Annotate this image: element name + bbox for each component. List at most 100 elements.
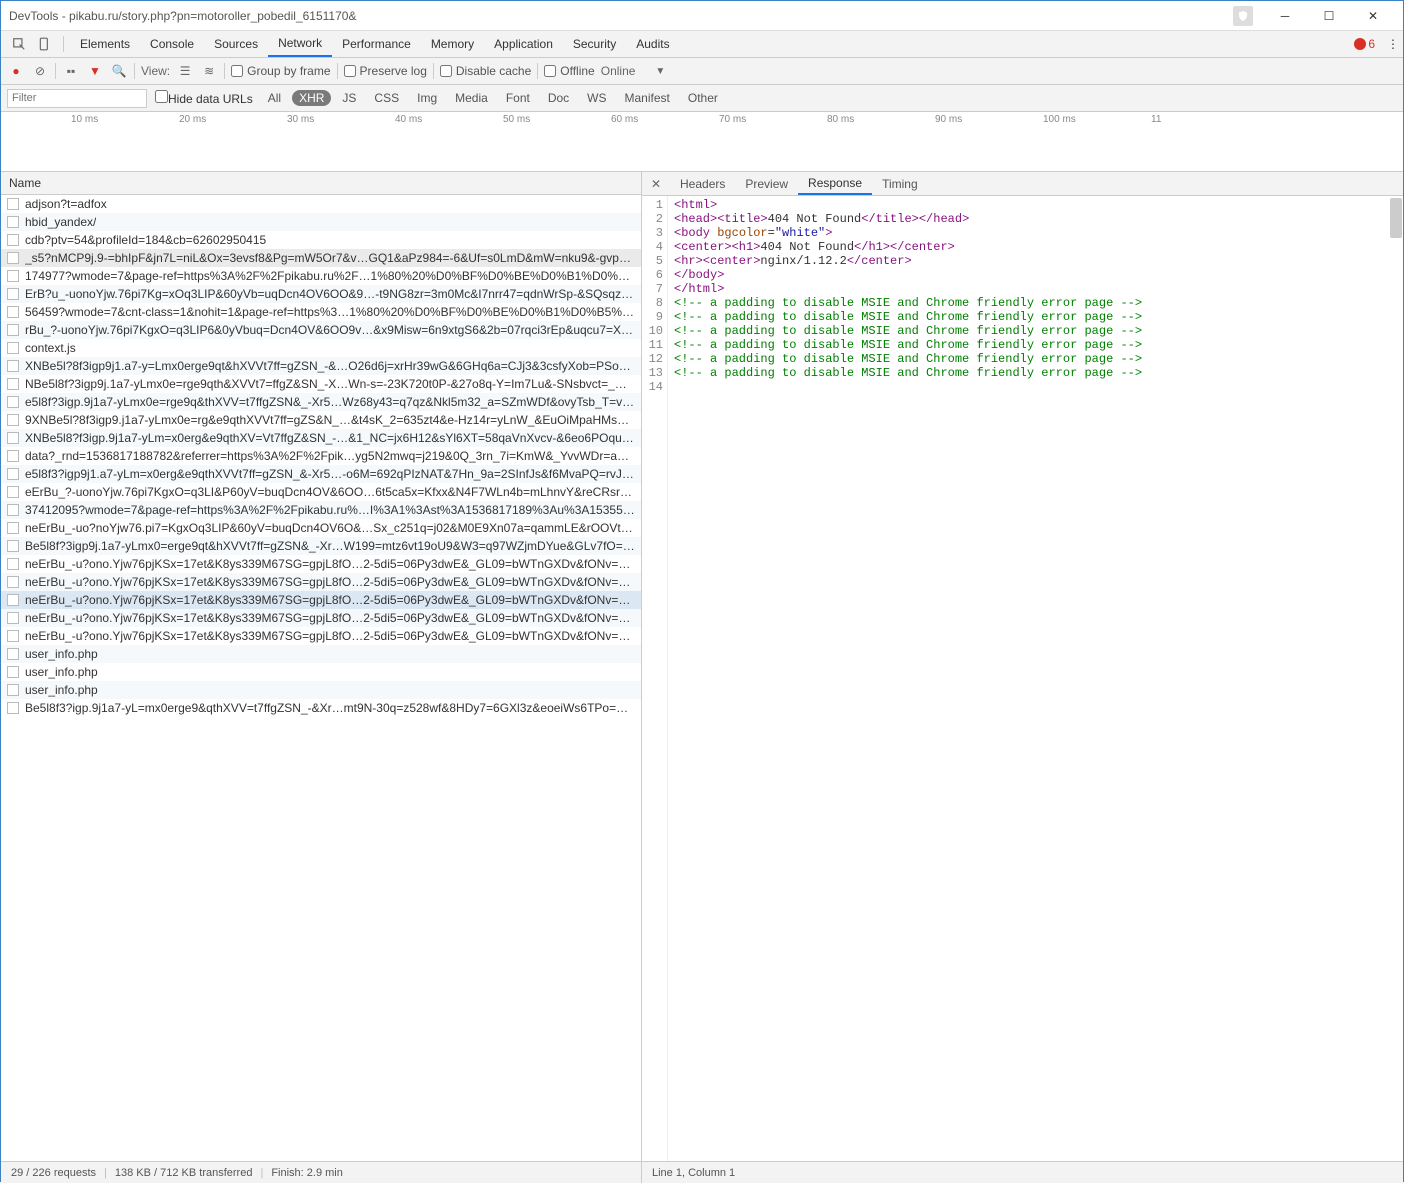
request-row[interactable]: eErBu_?-uonoYjw.76pi7KgxO=q3LI&P60yV=buq… — [1, 483, 641, 501]
request-row[interactable]: neErBu_-u?ono.Yjw76pjKSx=17et&K8ys339M67… — [1, 573, 641, 591]
request-row[interactable]: Be5l8f?3igp9j.1a7-yLmx0=erge9qt&hXVVt7ff… — [1, 537, 641, 555]
close-icon[interactable]: ✕ — [646, 177, 666, 191]
timeline-tick: 90 ms — [935, 114, 962, 125]
file-icon — [7, 360, 19, 372]
close-button[interactable]: ✕ — [1351, 2, 1395, 30]
request-row[interactable]: user_info.php — [1, 681, 641, 699]
inspect-icon[interactable] — [7, 32, 31, 56]
device-toggle-icon[interactable] — [33, 32, 57, 56]
throttling-select[interactable]: Online — [601, 64, 636, 78]
tab-security[interactable]: Security — [563, 31, 626, 57]
clear-icon[interactable]: ⊘ — [31, 64, 49, 78]
details-pane: ✕ HeadersPreviewResponseTiming 123456789… — [642, 172, 1403, 1161]
request-row[interactable]: NBe5l8f?3igp9j.1a7-yLmx0e=rge9qth&XVVt7=… — [1, 375, 641, 393]
filter-pill-xhr[interactable]: XHR — [292, 90, 331, 106]
request-row[interactable]: data?_rnd=1536817188782&referrer=https%3… — [1, 447, 641, 465]
filter-pill-font[interactable]: Font — [499, 90, 537, 106]
request-name: context.js — [25, 341, 76, 355]
details-tab-timing[interactable]: Timing — [872, 172, 928, 195]
tab-performance[interactable]: Performance — [332, 31, 421, 57]
filter-pill-css[interactable]: CSS — [367, 90, 406, 106]
waterfall-icon[interactable]: ≋ — [200, 64, 218, 78]
details-tab-headers[interactable]: Headers — [670, 172, 735, 195]
offline-checkbox[interactable]: Offline — [544, 64, 594, 78]
tab-sources[interactable]: Sources — [204, 31, 268, 57]
filter-pill-manifest[interactable]: Manifest — [618, 90, 677, 106]
name-column-header[interactable]: Name — [1, 172, 641, 195]
request-row[interactable]: user_info.php — [1, 645, 641, 663]
large-rows-icon[interactable]: ☰ — [176, 64, 194, 78]
search-icon[interactable]: 🔍 — [110, 64, 128, 78]
request-name: rBu_?-uonoYjw.76pi7KgxO=q3LIP6&0yVbuq=Dc… — [25, 323, 635, 337]
file-icon — [7, 684, 19, 696]
request-row[interactable]: neErBu_-u?ono.Yjw76pjKSx=17et&K8ys339M67… — [1, 609, 641, 627]
request-row[interactable]: adjson?t=adfox — [1, 195, 641, 213]
record-icon[interactable]: ● — [7, 64, 25, 78]
file-icon — [7, 630, 19, 642]
filter-input[interactable] — [7, 89, 147, 108]
request-row[interactable]: neErBu_-u?ono.Yjw76pjKSx=17et&K8ys339M67… — [1, 627, 641, 645]
request-row[interactable]: XNBe5l?8f3igp9j1.a7-y=Lmx0erge9qt&hXVVt7… — [1, 357, 641, 375]
request-row[interactable]: 174977?wmode=7&page-ref=https%3A%2F%2Fpi… — [1, 267, 641, 285]
disable-cache-checkbox[interactable]: Disable cache — [440, 64, 531, 78]
request-row[interactable]: neErBu_-u?ono.Yjw76pjKSx=17et&K8ys339M67… — [1, 555, 641, 573]
timeline-overview[interactable]: 10 ms20 ms30 ms40 ms50 ms60 ms70 ms80 ms… — [1, 112, 1403, 172]
file-icon — [7, 594, 19, 606]
tab-memory[interactable]: Memory — [421, 31, 484, 57]
request-row[interactable]: ErB?u_-uonoYjw.76pi7Kg=xOq3LIP&60yVb=uqD… — [1, 285, 641, 303]
filter-icon[interactable]: ▼ — [86, 64, 104, 78]
file-icon — [7, 396, 19, 408]
request-row[interactable]: user_info.php — [1, 663, 641, 681]
response-body[interactable]: 1234567891011121314 <html><head><title>4… — [642, 196, 1403, 1161]
details-tab-response[interactable]: Response — [798, 172, 872, 195]
file-icon — [7, 576, 19, 588]
tab-network[interactable]: Network — [268, 31, 332, 57]
request-row[interactable]: hbid_yandex/ — [1, 213, 641, 231]
tab-console[interactable]: Console — [140, 31, 204, 57]
tab-elements[interactable]: Elements — [70, 31, 140, 57]
shield-icon[interactable] — [1233, 6, 1253, 26]
filter-pill-ws[interactable]: WS — [580, 90, 613, 106]
error-count[interactable]: 6 — [1354, 37, 1375, 51]
scrollbar-thumb[interactable] — [1390, 198, 1402, 238]
request-row[interactable]: Be5l8f3?igp.9j1a7-yL=mx0erge9&qthXVV=t7f… — [1, 699, 641, 717]
details-tab-preview[interactable]: Preview — [735, 172, 798, 195]
request-row[interactable]: 9XNBe5l?8f3igp9.j1a7-yLmx0e=rg&e9qthXVVt… — [1, 411, 641, 429]
timeline-tick: 11 — [1151, 114, 1161, 125]
maximize-button[interactable]: ☐ — [1307, 2, 1351, 30]
filter-pill-img[interactable]: Img — [410, 90, 444, 106]
network-toolbar: ● ⊘ ▪▪ ▼ 🔍 View: ☰ ≋ Group by frame Pres… — [1, 58, 1403, 85]
file-icon — [7, 558, 19, 570]
request-row[interactable]: context.js — [1, 339, 641, 357]
file-icon — [7, 612, 19, 624]
tab-audits[interactable]: Audits — [626, 31, 679, 57]
hide-data-urls-checkbox[interactable]: Hide data URLs — [155, 90, 253, 106]
filter-pill-other[interactable]: Other — [681, 90, 725, 106]
request-row[interactable]: _s5?nMCP9j.9-=bhIpF&jn7L=niL&Ox=3evsf8&P… — [1, 249, 641, 267]
request-row[interactable]: cdb?ptv=54&profileId=184&cb=62602950415 — [1, 231, 641, 249]
request-name: neErBu_-u?ono.Yjw76pjKSx=17et&K8ys339M67… — [25, 575, 635, 589]
request-row[interactable]: neErBu_-uo?noYjw76.pi7=KgxOq3LIP&60yV=bu… — [1, 519, 641, 537]
filter-pill-js[interactable]: JS — [335, 90, 363, 106]
requests-list[interactable]: adjson?t=adfoxhbid_yandex/cdb?ptv=54&pro… — [1, 195, 641, 1161]
filter-pill-all[interactable]: All — [261, 90, 288, 106]
kebab-menu-icon[interactable]: ⋮ — [1383, 37, 1403, 51]
preserve-log-checkbox[interactable]: Preserve log — [344, 64, 427, 78]
camera-icon[interactable]: ▪▪ — [62, 64, 80, 78]
request-row[interactable]: 37412095?wmode=7&page-ref=https%3A%2F%2F… — [1, 501, 641, 519]
request-row[interactable]: e5l8f3?igp9j1.a7-yLm=x0erg&e9qthXVVt7ff=… — [1, 465, 641, 483]
request-row[interactable]: 56459?wmode=7&cnt-class=1&nohit=1&page-r… — [1, 303, 641, 321]
group-by-frame-checkbox[interactable]: Group by frame — [231, 64, 330, 78]
request-row[interactable]: neErBu_-u?ono.Yjw76pjKSx=17et&K8ys339M67… — [1, 591, 641, 609]
filter-pill-media[interactable]: Media — [448, 90, 495, 106]
tab-application[interactable]: Application — [484, 31, 563, 57]
request-row[interactable]: e5l8f?3igp.9j1a7-yLmx0e=rge9q&thXVV=t7ff… — [1, 393, 641, 411]
request-name: _s5?nMCP9j.9-=bhIpF&jn7L=niL&Ox=3evsf8&P… — [25, 251, 635, 265]
chevron-down-icon[interactable]: ▼ — [655, 66, 665, 77]
window-title: DevTools - pikabu.ru/story.php?pn=motoro… — [9, 9, 1233, 23]
request-name: neErBu_-u?ono.Yjw76pjKSx=17et&K8ys339M67… — [25, 557, 635, 571]
request-row[interactable]: rBu_?-uonoYjw.76pi7KgxO=q3LIP6&0yVbuq=Dc… — [1, 321, 641, 339]
request-row[interactable]: XNBe5l8?f3igp.9j1a7-yLm=x0erg&e9qthXV=Vt… — [1, 429, 641, 447]
minimize-button[interactable]: ─ — [1263, 2, 1307, 30]
filter-pill-doc[interactable]: Doc — [541, 90, 576, 106]
